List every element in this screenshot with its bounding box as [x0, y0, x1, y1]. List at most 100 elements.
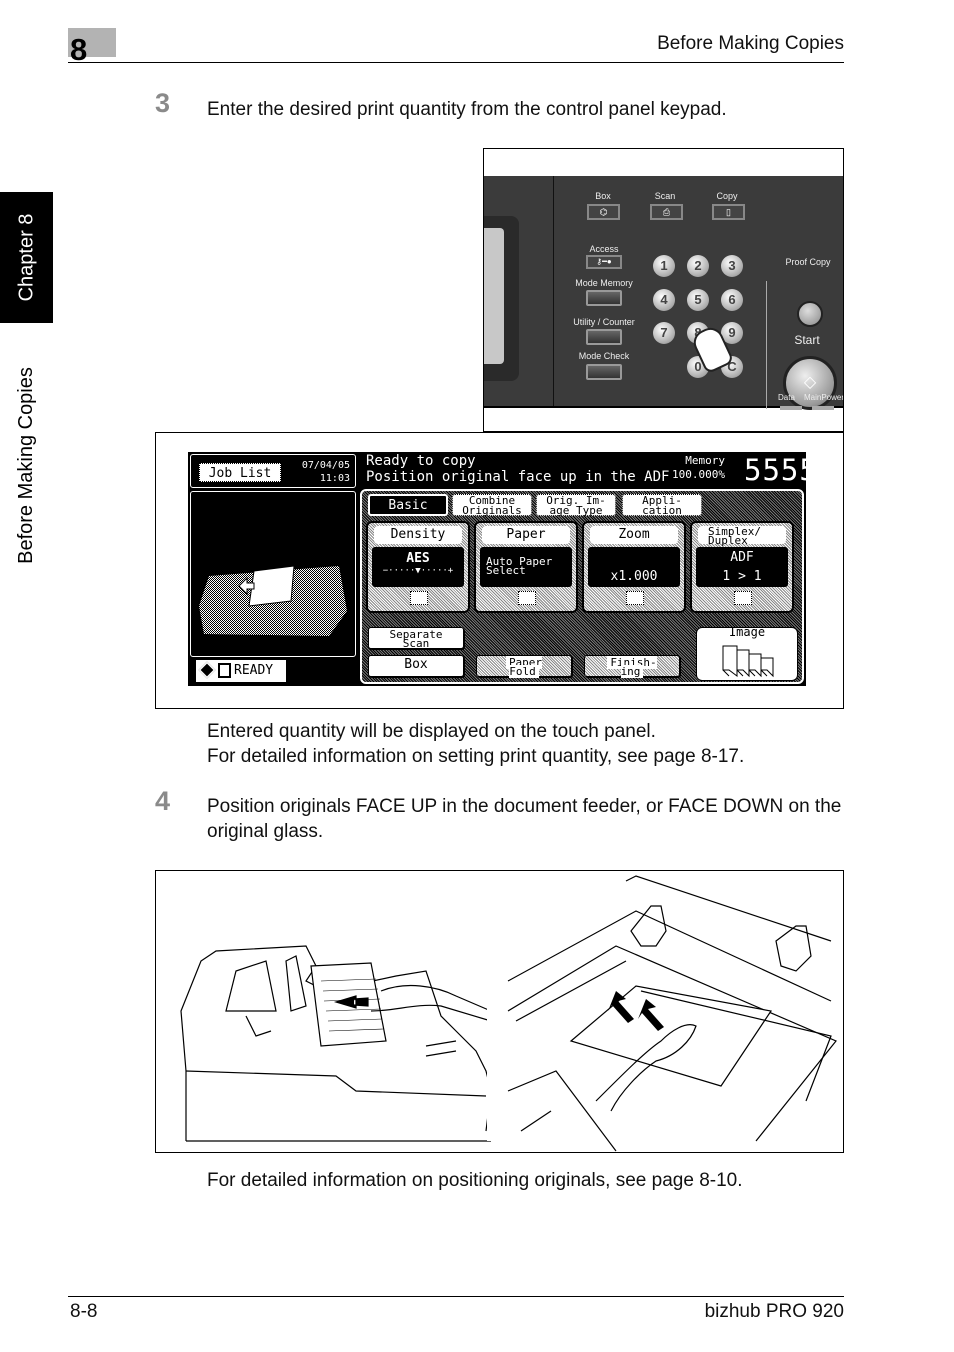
step-number-4: 4 — [155, 786, 171, 816]
proof-copy-button[interactable] — [797, 301, 823, 327]
key-7[interactable]: 7 — [653, 322, 675, 344]
message-line-2: Position original face up in the ADF — [366, 469, 670, 485]
density-card[interactable]: Density AES −·····▼·····+ — [366, 521, 470, 613]
paper-handle — [518, 591, 536, 605]
finishing-label: Finish- ing — [607, 656, 657, 678]
box-icon: ⌬ — [599, 207, 608, 217]
document-feeder-drawing — [180, 945, 492, 1142]
touch-panel-screen: Job List 07/04/05 11:03 Ready to copy Pos… — [188, 452, 817, 686]
control-panel-figure: Box ⌬ Scan ⎙ Copy ▯ Access ⚷━● Mode Memo… — [483, 148, 844, 432]
adf-preview-icon — [199, 565, 347, 636]
density-title: Density — [374, 526, 462, 544]
start-label: Start — [794, 333, 820, 347]
scan-button[interactable]: ⎙ — [650, 204, 683, 220]
key-icon: ⚷━● — [596, 257, 612, 266]
key-5[interactable]: 5 — [687, 289, 709, 311]
image-button[interactable]: Image — [696, 625, 798, 681]
proof-copy-label: Proof Copy — [785, 257, 831, 267]
finishing-button[interactable]: Finish- ing — [584, 655, 680, 678]
separate-scan-button[interactable]: Separate Scan — [368, 627, 464, 649]
scan-label: Scan — [654, 191, 676, 201]
image-title: Image — [728, 625, 766, 639]
simplex-duplex-value: ADF — [730, 550, 754, 565]
simplex-duplex-value-box: ADF 1 > 1 — [696, 547, 788, 587]
paper-title: Paper — [482, 526, 570, 544]
box-button[interactable]: ⌬ — [587, 204, 620, 220]
scan-icon: ⎙ — [662, 207, 671, 217]
panel-display — [484, 228, 504, 364]
mode-check-button[interactable] — [586, 364, 622, 380]
memory-readout: Memory 100.000% — [672, 454, 725, 482]
status-message: Ready to copy Position original face up i… — [366, 453, 669, 485]
control-panel: Box ⌬ Scan ⎙ Copy ▯ Access ⚷━● Mode Memo… — [484, 176, 844, 410]
memory-label: Memory — [685, 454, 725, 467]
status-text: READY — [234, 663, 274, 678]
note-quantity-reference: For detailed information on setting prin… — [207, 746, 745, 767]
paper-fold-label: Paper Fold — [505, 656, 543, 678]
date-time: 07/04/05 11:03 — [302, 459, 350, 485]
data-indicator-led — [780, 406, 802, 410]
tab-combine-originals[interactable]: Combine Originals — [452, 494, 532, 516]
job-list-area: Job List 07/04/05 11:03 — [190, 454, 356, 488]
original-glass-drawing — [507, 875, 837, 1152]
paper-value: Auto Paper Select — [480, 547, 572, 587]
simplex-duplex-card[interactable]: Simplex/ Duplex ADF 1 > 1 — [690, 521, 794, 613]
message-line-1: Ready to copy — [366, 453, 476, 469]
refresh-icon — [198, 661, 216, 679]
copy-label: Copy — [716, 191, 738, 201]
utility-counter-label: Utility / Counter — [573, 317, 635, 327]
copy-button[interactable]: ▯ — [712, 204, 745, 220]
key-1[interactable]: 1 — [653, 255, 675, 277]
originals-illustration — [180, 871, 837, 1152]
simplex-duplex-title: Simplex/ Duplex — [698, 526, 786, 546]
output-sheets-icon — [722, 645, 774, 678]
simplex-duplex-handle — [734, 591, 752, 605]
job-list-button[interactable]: Job List — [199, 463, 281, 482]
positioning-originals-figure — [155, 870, 844, 1153]
copy-count: 5555 — [744, 453, 818, 487]
mode-memory-button[interactable] — [586, 290, 622, 306]
tab-basic[interactable]: Basic — [368, 494, 448, 516]
ready-status: READY — [196, 660, 286, 682]
machine-icon — [218, 663, 231, 678]
tab-orig-image-type[interactable]: Orig. Im- age Type — [536, 494, 616, 516]
paper-fold-button[interactable]: Paper Fold — [476, 655, 572, 678]
header-title: Before Making Copies — [657, 33, 844, 54]
density-value-box: AES −·····▼·····+ — [372, 547, 464, 587]
main-power-led — [812, 406, 834, 410]
time: 11:03 — [319, 473, 350, 484]
utility-counter-button[interactable] — [586, 329, 622, 345]
box-mode-button[interactable]: Box — [368, 655, 464, 677]
product-name: bizhub PRO 920 — [704, 1301, 844, 1322]
key-6[interactable]: 6 — [721, 289, 743, 311]
key-2[interactable]: 2 — [687, 255, 709, 277]
start-icon: ◇ — [803, 374, 817, 391]
side-tab-section: Before Making Copies — [0, 340, 53, 590]
page-number: 8-8 — [70, 1301, 98, 1322]
settings-area: Basic Combine Originals Orig. Im- age Ty… — [360, 489, 804, 684]
side-tab-chapter: Chapter 8 — [0, 192, 53, 323]
zoom-handle — [626, 591, 644, 605]
paper-card[interactable]: Paper Auto Paper Select — [474, 521, 578, 613]
density-handle — [410, 591, 428, 605]
zoom-value: x1.000 — [588, 547, 680, 587]
copy-icon: ▯ — [726, 207, 731, 217]
main-power-label: MainPower — [804, 393, 844, 402]
tab-application[interactable]: Appli- cation — [622, 494, 702, 516]
key-4[interactable]: 4 — [653, 289, 675, 311]
density-scale: −·····▼·····+ — [382, 566, 454, 576]
zoom-card[interactable]: Zoom x1.000 — [582, 521, 686, 613]
keypad-divider — [766, 281, 767, 409]
memory-value: 100.000% — [672, 468, 725, 481]
mode-memory-label: Mode Memory — [575, 278, 633, 288]
access-label: Access — [589, 244, 619, 254]
zoom-title: Zoom — [590, 526, 678, 544]
date: 07/04/05 — [301, 460, 350, 471]
mode-check-label: Mode Check — [578, 351, 630, 361]
key-3[interactable]: 3 — [721, 255, 743, 277]
original-preview — [190, 491, 356, 657]
box-label: Box — [595, 191, 611, 201]
density-value: AES — [406, 551, 430, 566]
header-rule — [68, 62, 844, 63]
access-button[interactable]: ⚷━● — [586, 255, 622, 269]
